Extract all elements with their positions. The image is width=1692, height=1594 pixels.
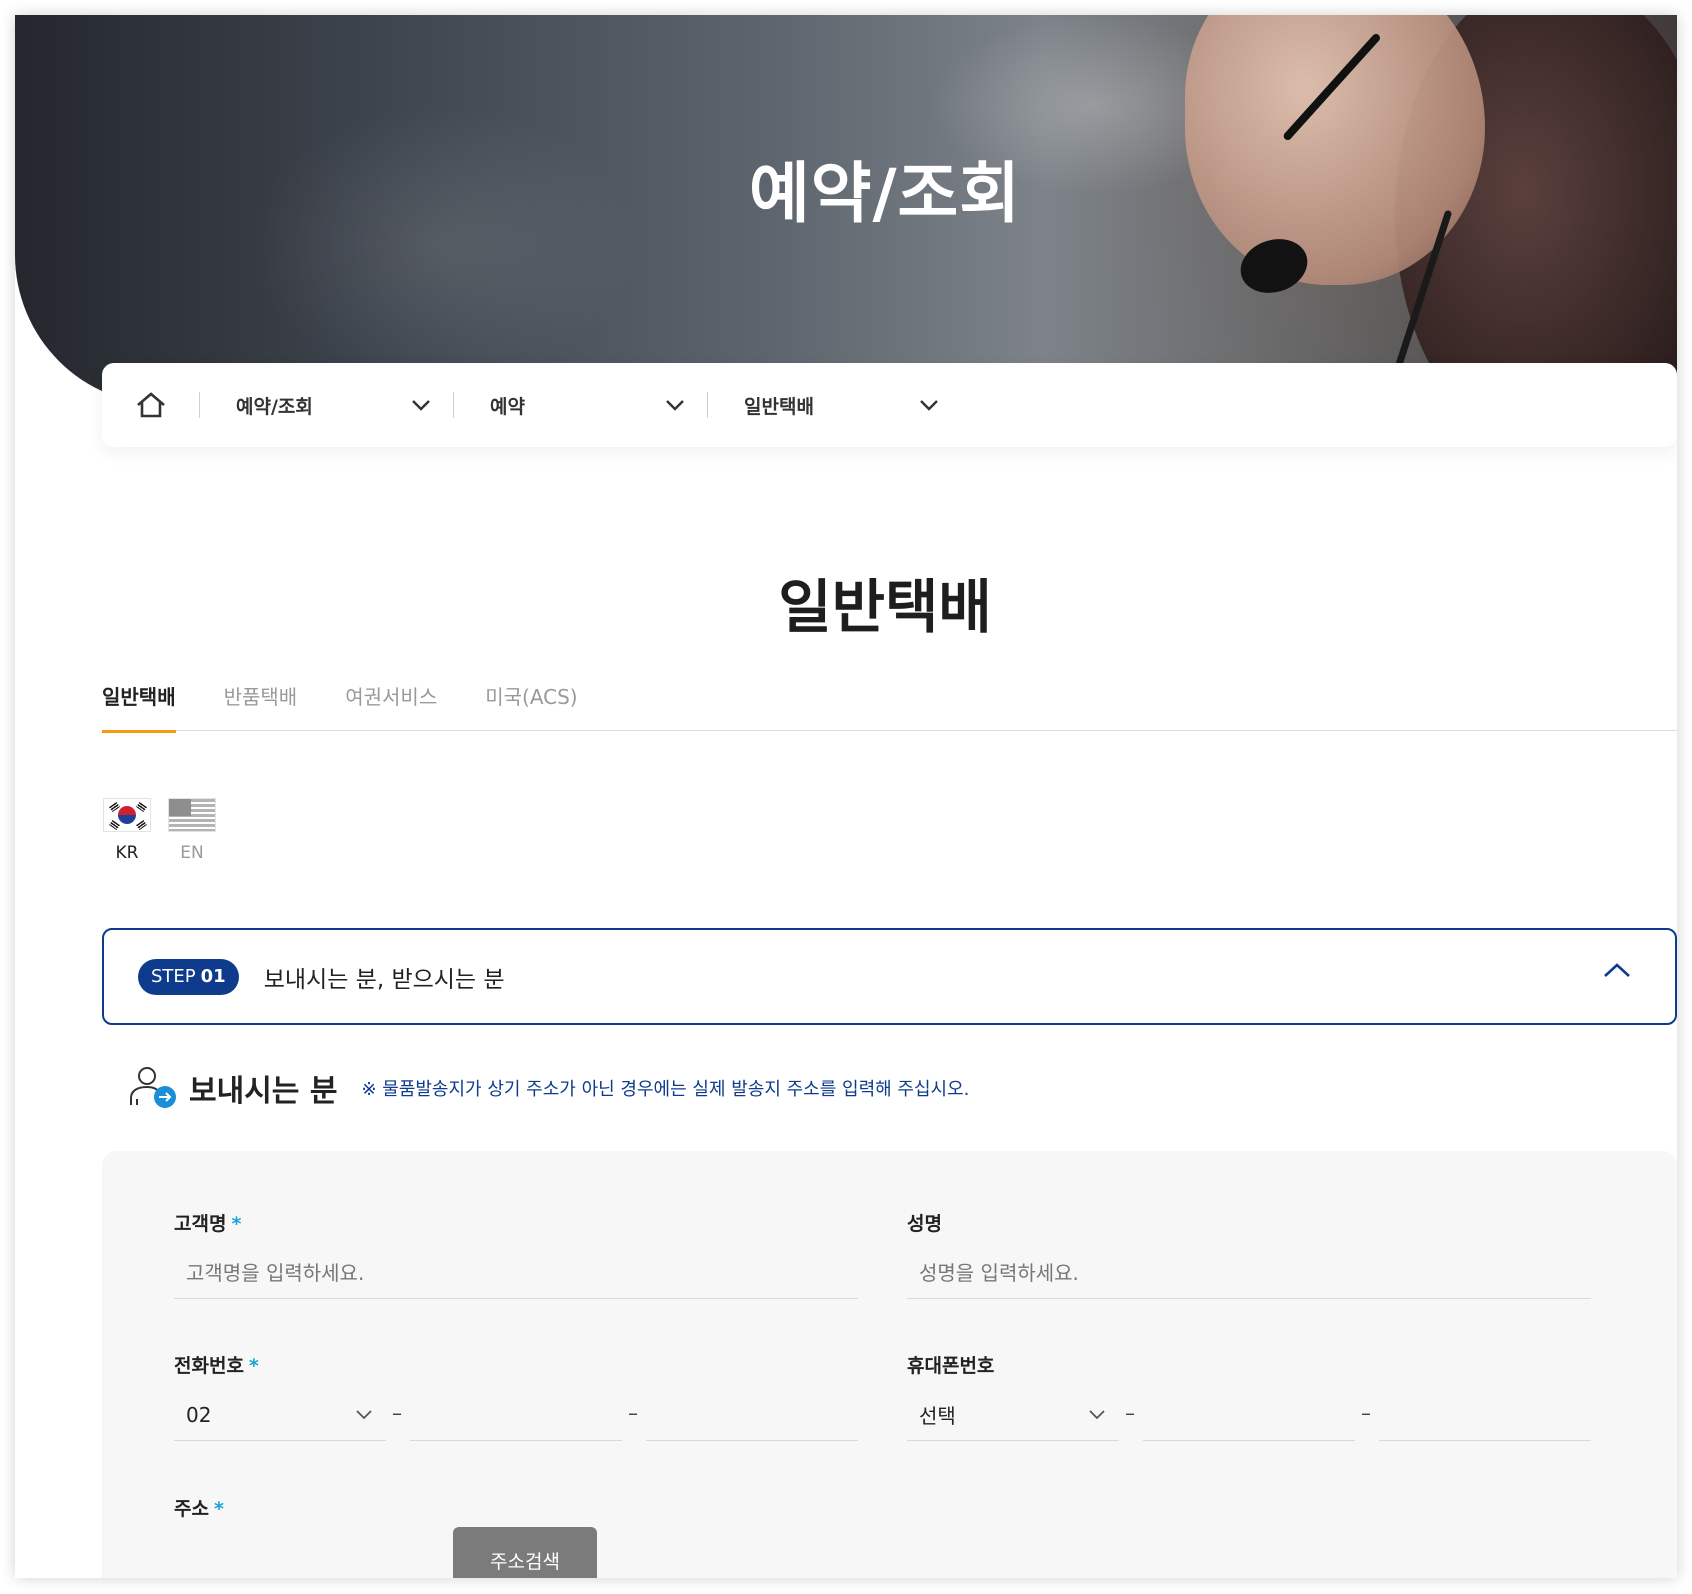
- mobile-separator: –: [1361, 1401, 1371, 1425]
- home-icon: [136, 392, 165, 418]
- breadcrumb-item-label: 예약: [490, 395, 525, 418]
- page-title: 일반택배: [778, 573, 992, 641]
- phone-separator: –: [628, 1401, 638, 1425]
- sender-note: ※ 물품발송지가 상기 주소가 아닌 경우에는 실제 발송지 주소를 입력해 주…: [361, 1079, 970, 1100]
- name-input[interactable]: [907, 1247, 1591, 1299]
- required-mark: *: [248, 1355, 259, 1377]
- customer-name-label-text: 고객명: [174, 1213, 227, 1235]
- required-mark: *: [213, 1498, 224, 1520]
- breadcrumb-item-label: 일반택배: [744, 395, 814, 418]
- breadcrumb-item-reservation-inquiry[interactable]: 예약/조회: [200, 363, 453, 447]
- address-search-button[interactable]: 주소검색: [453, 1527, 597, 1578]
- phone-area-code-value: 02: [186, 1402, 212, 1427]
- phone-area-code-select[interactable]: 02: [174, 1389, 386, 1441]
- language-label: KR: [115, 843, 139, 863]
- breadcrumb-item-reservation[interactable]: 예약: [454, 363, 707, 447]
- step-badge-number: 01: [200, 966, 226, 987]
- korea-flag-icon: [103, 798, 151, 832]
- step-accordion-header[interactable]: STEP 01 보내시는 분, 받으시는 분: [102, 928, 1677, 1025]
- mobile-prefix-select[interactable]: 선택: [907, 1389, 1119, 1441]
- chevron-up-icon[interactable]: [1603, 962, 1631, 978]
- phone-separator: –: [392, 1401, 402, 1425]
- name-label-text: 성명: [907, 1213, 942, 1235]
- page-frame: 예약/조회 예약/조회 예약 일반택배 일반택배 일반택배 반품택배 여권서비스: [15, 15, 1677, 1578]
- customer-name-label: 고객명 *: [174, 1209, 241, 1236]
- language-en[interactable]: EN: [167, 798, 217, 863]
- step-badge: STEP 01: [138, 958, 239, 995]
- phone-middle-input[interactable]: [410, 1389, 622, 1441]
- tab-passport-service[interactable]: 여권서비스: [345, 673, 437, 731]
- sender-title: 보내시는 분: [189, 1074, 338, 1109]
- name-label: 성명: [907, 1209, 942, 1236]
- chevron-down-icon: [920, 400, 938, 411]
- sender-form-panel: 고객명* 성명 전화번호* 02 – – 휴대폰번호 선택 – –: [102, 1151, 1677, 1578]
- language-label: EN: [180, 843, 204, 863]
- phone-last-input[interactable]: [646, 1389, 858, 1441]
- sender-person-icon: [130, 1067, 176, 1108]
- mobile-middle-input[interactable]: [1143, 1389, 1355, 1441]
- service-tabs: 일반택배 반품택배 여권서비스 미국(ACS): [102, 673, 1677, 733]
- sender-section-heading: 보내시는 분 ※ 물품발송지가 상기 주소가 아닌 경우에는 실제 발송지 주소…: [127, 1065, 969, 1111]
- required-mark: *: [231, 1213, 242, 1235]
- mobile-last-input[interactable]: [1379, 1389, 1591, 1441]
- phone-label-text: 전화번호: [174, 1355, 244, 1377]
- customer-name-input[interactable]: [174, 1247, 858, 1299]
- home-button[interactable]: [102, 363, 199, 447]
- mobile-prefix-value: 선택: [919, 1404, 956, 1428]
- breadcrumb-item-label: 예약/조회: [236, 395, 313, 418]
- step-title: 보내시는 분, 받으시는 분: [263, 966, 505, 993]
- chevron-down-icon: [666, 400, 684, 411]
- breadcrumb: 예약/조회 예약 일반택배: [102, 363, 1677, 447]
- phone-label: 전화번호 *: [174, 1351, 259, 1378]
- usa-flag-icon: [168, 798, 216, 832]
- hero-title: 예약/조회: [749, 155, 1021, 232]
- tab-usa-acs[interactable]: 미국(ACS): [485, 673, 577, 731]
- chevron-down-icon: [412, 400, 430, 411]
- breadcrumb-item-general-parcel[interactable]: 일반택배: [708, 363, 961, 447]
- chevron-down-icon: [356, 1409, 372, 1419]
- address-label: 주소 *: [174, 1494, 224, 1521]
- language-kr[interactable]: KR: [102, 798, 152, 863]
- tab-general-parcel[interactable]: 일반택배: [102, 673, 176, 733]
- address-label-text: 주소: [174, 1498, 209, 1520]
- mobile-separator: –: [1125, 1401, 1135, 1425]
- step-badge-prefix: STEP: [151, 966, 196, 987]
- chevron-down-icon: [1089, 1409, 1105, 1419]
- mobile-label: 휴대폰번호: [907, 1351, 994, 1378]
- hero-banner: 예약/조회: [15, 15, 1677, 405]
- mobile-label-text: 휴대폰번호: [907, 1355, 995, 1377]
- postal-code-input[interactable]: [174, 1537, 416, 1578]
- tab-return-parcel[interactable]: 반품택배: [224, 673, 298, 731]
